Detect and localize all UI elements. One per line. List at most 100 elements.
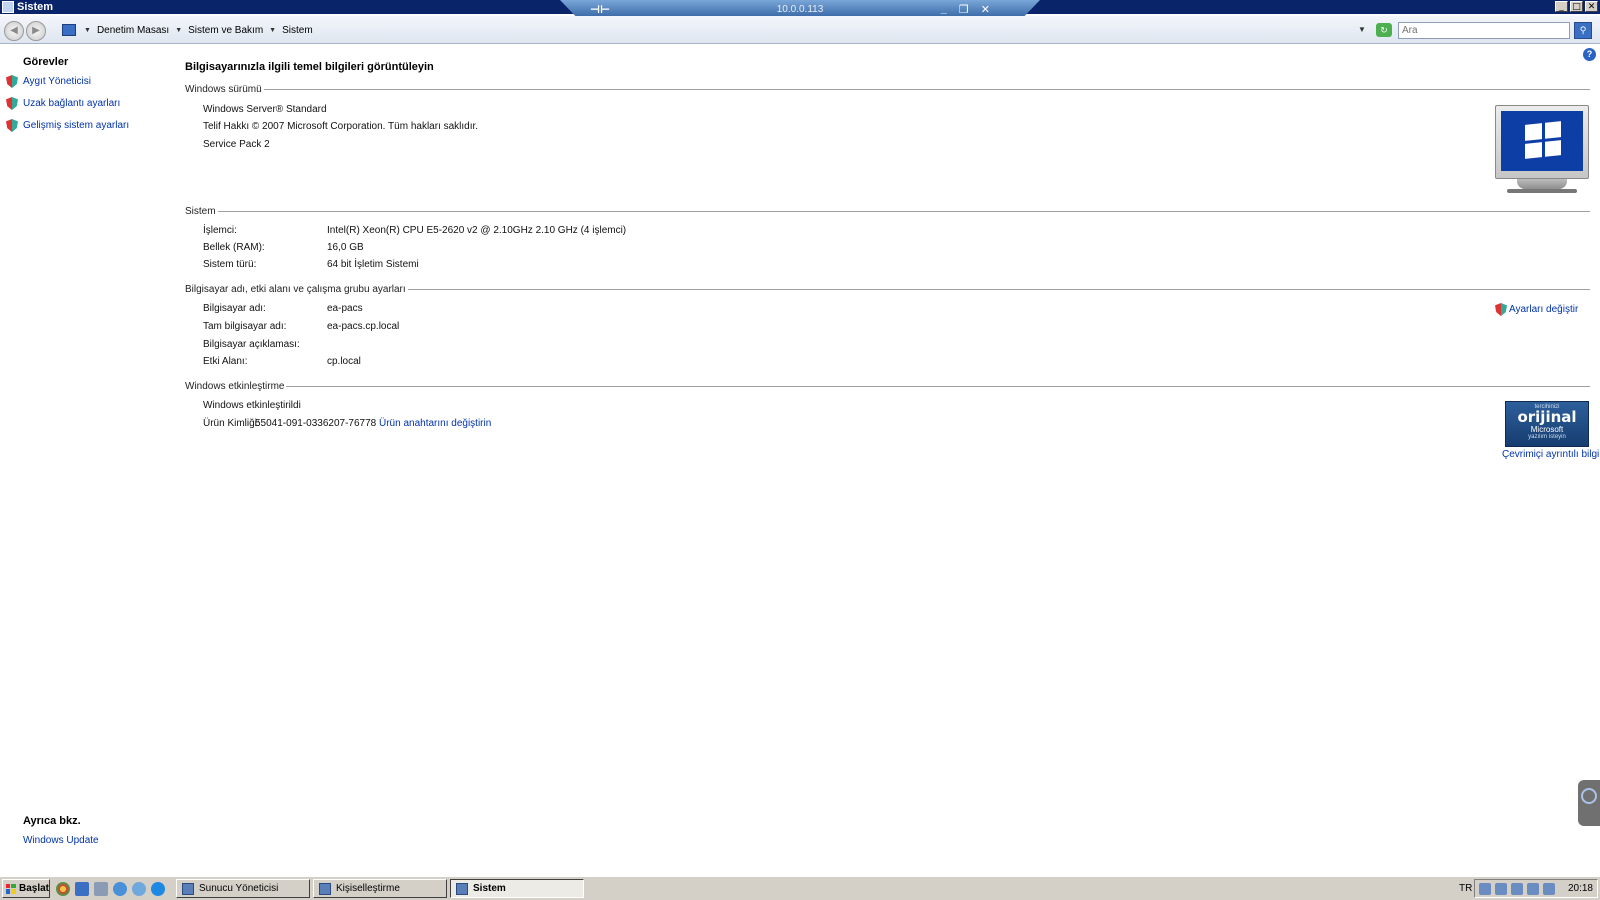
section-title: Windows sürümü bbox=[185, 84, 262, 95]
chrome-icon[interactable] bbox=[56, 882, 70, 896]
back-button[interactable]: ◀ bbox=[4, 21, 24, 41]
monitor-base bbox=[1507, 189, 1577, 193]
task-remote-settings[interactable]: Uzak bağlantı ayarları bbox=[6, 97, 120, 110]
section-title: Bilgisayar adı, etki alanı ve çalışma gr… bbox=[185, 284, 406, 295]
domain-label: Etki Alanı: bbox=[203, 356, 248, 367]
chevron-down-icon[interactable]: ▼ bbox=[84, 27, 91, 34]
main-content: Bilgisayarınızla ilgili temel bilgileri … bbox=[185, 46, 1600, 876]
breadcrumb[interactable]: ▼ Denetim Masası ▼ Sistem ve Bakım ▼ Sis… bbox=[62, 21, 1362, 39]
display-tray-icon[interactable] bbox=[1495, 882, 1507, 895]
taskbar-button-personalization[interactable]: Kişiselleştirme bbox=[313, 879, 447, 898]
see-also-heading: Ayrıca bkz. bbox=[23, 815, 81, 827]
task-label[interactable]: Aygıt Yöneticisi bbox=[23, 76, 91, 87]
remote-restore-button[interactable]: ❐ bbox=[959, 3, 969, 16]
window-title: Sistem bbox=[17, 1, 54, 13]
product-id-label: Ürün Kimliği: bbox=[203, 418, 260, 429]
system-window-icon bbox=[2, 1, 14, 13]
security-tray-icon[interactable] bbox=[1511, 882, 1523, 895]
task-label[interactable]: Gelişmiş sistem ayarları bbox=[23, 120, 129, 131]
full-computer-name-label: Tam bilgisayar adı: bbox=[203, 321, 287, 332]
language-indicator[interactable]: TR bbox=[1459, 883, 1472, 894]
taskbar-button-server-manager[interactable]: Sunucu Yöneticisi bbox=[176, 879, 310, 898]
task-advanced-settings[interactable]: Gelişmiş sistem ayarları bbox=[6, 119, 129, 132]
close-button[interactable]: ✕ bbox=[1585, 1, 1598, 12]
windows-update-link[interactable]: Windows Update bbox=[23, 835, 99, 846]
shield-icon bbox=[1495, 303, 1507, 316]
teamviewer-icon bbox=[1581, 788, 1597, 804]
taskbar-button-system[interactable]: Sistem bbox=[450, 879, 584, 898]
connection-tray-icon[interactable] bbox=[1527, 882, 1539, 895]
system-icon bbox=[456, 882, 468, 895]
divider bbox=[263, 89, 1590, 90]
taskbar-button-label: Kişiselleştirme bbox=[336, 883, 400, 894]
chevron-down-icon[interactable]: ▼ bbox=[175, 27, 182, 34]
processor-label: İşlemci: bbox=[203, 225, 237, 236]
internet-explorer-icon[interactable] bbox=[113, 882, 127, 896]
badge-title: orijinal bbox=[1517, 408, 1577, 426]
change-settings-link[interactable]: Ayarları değiştir bbox=[1495, 303, 1578, 316]
desktop-icon[interactable] bbox=[75, 882, 89, 896]
remote-minimize-button[interactable]: _ bbox=[941, 3, 947, 16]
service-pack: Service Pack 2 bbox=[203, 139, 270, 150]
task-label[interactable]: Uzak bağlantı ayarları bbox=[23, 98, 120, 109]
chevron-down-icon[interactable]: ▼ bbox=[269, 27, 276, 34]
network-tray-icon[interactable] bbox=[1479, 882, 1491, 895]
breadcrumb-system-maintenance[interactable]: Sistem ve Bakım bbox=[188, 25, 263, 36]
domain-value: cp.local bbox=[327, 356, 361, 367]
system-section-header: Sistem bbox=[185, 206, 1590, 217]
teamviewer-icon[interactable] bbox=[151, 882, 165, 896]
divider bbox=[407, 289, 1590, 290]
clock[interactable]: 20:18 bbox=[1568, 883, 1593, 894]
online-info-link[interactable]: Çevrimiçi ayrıntılı bilgi... bbox=[1502, 449, 1600, 460]
remote-close-button[interactable]: ✕ bbox=[981, 3, 990, 16]
remote-side-tab[interactable] bbox=[1578, 780, 1600, 826]
system-type-label: Sistem türü: bbox=[203, 259, 257, 270]
activation-status: Windows etkinleştirildi bbox=[203, 400, 301, 411]
address-dropdown-icon[interactable]: ▼ bbox=[1358, 25, 1366, 34]
change-product-key-link[interactable]: Ürün anahtarını değiştirin bbox=[379, 418, 491, 429]
task-pane: Görevler Aygıt Yöneticisi Uzak bağlantı … bbox=[0, 46, 170, 876]
divider bbox=[286, 386, 1590, 387]
ram-value: 16,0 GB bbox=[327, 242, 364, 253]
section-title: Windows etkinleştirme bbox=[185, 381, 285, 392]
maximize-button[interactable]: □ bbox=[1570, 1, 1583, 12]
edition-name: Windows Server® Standard bbox=[203, 104, 327, 115]
badge-brand: Microsoft bbox=[1530, 425, 1564, 434]
search-icon[interactable]: ⚲ bbox=[1574, 22, 1592, 39]
copyright-text: Telif Hakkı © 2007 Microsoft Corporation… bbox=[203, 121, 479, 132]
start-button[interactable]: Başlat bbox=[2, 879, 50, 898]
genuine-microsoft-badge[interactable]: tercihinizi orijinal Microsoft yazılım i… bbox=[1505, 401, 1589, 447]
control-panel-icon bbox=[62, 24, 76, 36]
minimize-button[interactable]: _ bbox=[1555, 1, 1568, 12]
server-manager-icon[interactable] bbox=[94, 882, 108, 896]
monitor-screen bbox=[1501, 111, 1583, 171]
shield-icon bbox=[6, 97, 18, 110]
task-device-manager[interactable]: Aygıt Yöneticisi bbox=[6, 75, 91, 88]
volume-tray-icon[interactable] bbox=[1543, 882, 1555, 895]
system-tray: 20:18 bbox=[1474, 879, 1598, 898]
network-icon[interactable] bbox=[132, 882, 146, 896]
breadcrumb-system[interactable]: Sistem bbox=[282, 25, 313, 36]
computer-section-header: Bilgisayar adı, etki alanı ve çalışma gr… bbox=[185, 284, 1590, 295]
processor-value: Intel(R) Xeon(R) CPU E5-2620 v2 @ 2.10GH… bbox=[327, 225, 627, 236]
monitor-stand bbox=[1517, 179, 1567, 189]
system-type-value: 64 bit İşletim Sistemi bbox=[327, 259, 419, 270]
activation-section-header: Windows etkinleştirme bbox=[185, 381, 1590, 392]
taskbar-button-label: Sunucu Yöneticisi bbox=[199, 883, 279, 894]
ram-label: Bellek (RAM): bbox=[203, 242, 265, 253]
refresh-button[interactable]: ↻ bbox=[1376, 23, 1392, 37]
windows-flag-icon bbox=[6, 883, 16, 894]
computer-name-value: ea-pacs bbox=[327, 303, 363, 314]
search-input[interactable] bbox=[1398, 22, 1570, 39]
start-label[interactable]: Başlat bbox=[19, 883, 49, 894]
taskbar-button-label: Sistem bbox=[473, 883, 506, 894]
breadcrumb-control-panel[interactable]: Denetim Masası bbox=[97, 25, 169, 36]
windows-logo-image bbox=[1495, 105, 1589, 195]
windows-flag-icon bbox=[1525, 121, 1561, 159]
computer-name-label: Bilgisayar adı: bbox=[203, 303, 266, 314]
forward-button[interactable]: ▶ bbox=[26, 21, 46, 41]
monitor-bezel bbox=[1495, 105, 1589, 179]
shield-icon bbox=[6, 119, 18, 132]
page-title: Bilgisayarınızla ilgili temel bilgileri … bbox=[185, 61, 434, 73]
change-settings-label[interactable]: Ayarları değiştir bbox=[1509, 304, 1578, 315]
